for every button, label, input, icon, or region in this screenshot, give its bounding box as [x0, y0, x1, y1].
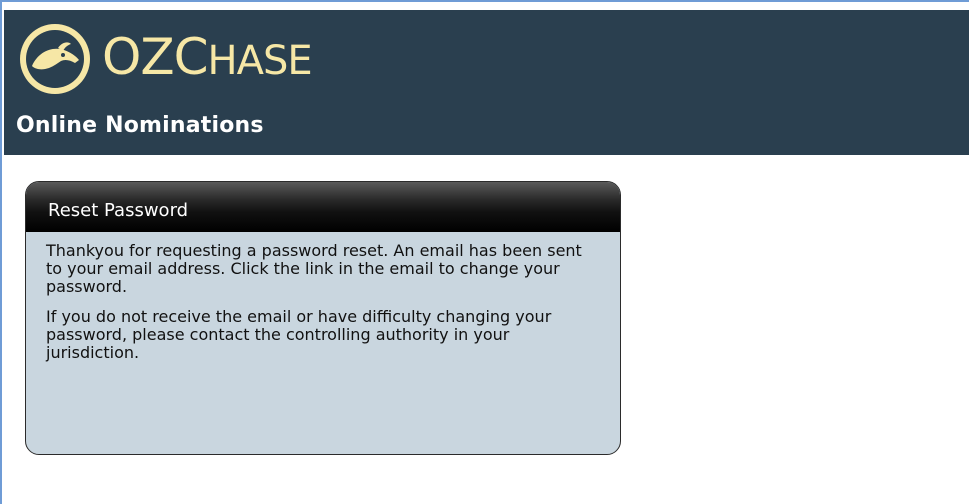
- logo-text-c: C: [173, 28, 209, 86]
- message-paragraph-1: Thankyou for requesting a password reset…: [46, 241, 582, 296]
- ozchase-logo[interactable]: OZCHASE: [18, 18, 338, 98]
- reset-password-panel: Reset Password Thankyou for requesting a…: [25, 181, 621, 455]
- page-subtitle: Online Nominations: [16, 113, 264, 138]
- panel-header: Reset Password: [26, 182, 620, 232]
- logo-wordmark: OZCHASE: [102, 32, 313, 84]
- panel-title: Reset Password: [48, 200, 189, 221]
- logo-text-oz: OZ: [102, 28, 175, 86]
- site-header: OZCHASE Online Nominations: [4, 10, 969, 155]
- panel-body: Thankyou for requesting a password reset…: [46, 242, 586, 374]
- top-strip: [2, 2, 969, 10]
- logo-text-hase: HASE: [207, 38, 313, 84]
- greyhound-head-logo-icon: [20, 24, 90, 94]
- message-paragraph-2: If you do not receive the email or have …: [46, 307, 552, 362]
